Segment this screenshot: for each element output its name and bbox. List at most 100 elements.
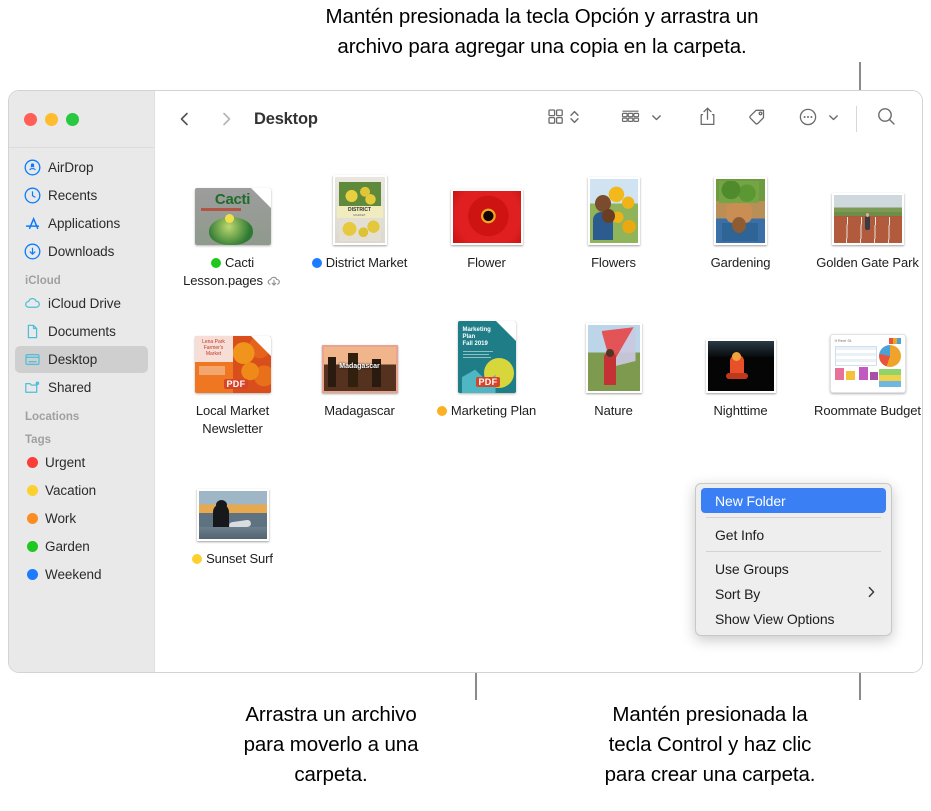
more-actions-button[interactable]	[791, 104, 846, 134]
file-item-golden-gate-park[interactable]: Golden Gate Park	[804, 159, 922, 307]
file-item-madagascar[interactable]: Madagascar Madagascar	[296, 307, 423, 455]
sidebar-section-icloud: iCloud	[25, 275, 61, 287]
file-item-flower[interactable]: Flower	[423, 159, 550, 307]
file-item-marketing-plan[interactable]: Marketing Plan Fall 2019 PDF Marketing P…	[423, 307, 550, 455]
sidebar-tag-urgent[interactable]: Urgent	[15, 449, 148, 476]
file-name: Madagascar	[324, 403, 395, 418]
tag-color-dot	[192, 554, 203, 564]
thumbnail	[714, 169, 767, 245]
icloud-download-icon[interactable]	[267, 274, 282, 292]
ellipsis-circle-icon	[798, 107, 818, 132]
thumbnail: If Rent St.	[829, 317, 906, 393]
search-button[interactable]	[869, 104, 904, 134]
cloud-icon	[24, 295, 41, 312]
file-item-gardening[interactable]: Gardening	[677, 159, 804, 307]
menu-separator	[706, 517, 881, 518]
menu-item-show-view-options[interactable]: Show View Options	[701, 606, 886, 631]
sidebar-item-label: Documents	[48, 324, 116, 339]
file-name: Golden Gate Park	[816, 255, 919, 270]
page-fold-icon	[250, 336, 271, 356]
forward-button[interactable]	[212, 105, 240, 133]
file-item-nature[interactable]: Nature	[550, 307, 677, 455]
thumbnail: DISTRICT MARKET	[332, 169, 387, 245]
sidebar-tag-weekend[interactable]: Weekend	[15, 561, 148, 588]
file-item-nighttime[interactable]: Nighttime	[677, 307, 804, 455]
file-label: Madagascar	[324, 402, 395, 420]
clock-icon	[24, 187, 41, 204]
sidebar-tag-garden[interactable]: Garden	[15, 533, 148, 560]
thumbnail	[196, 465, 269, 541]
callout-control-click: Mantén presionada la tecla Control y haz…	[604, 703, 816, 786]
share-button[interactable]	[691, 104, 724, 134]
menu-item-use-groups[interactable]: Use Groups	[701, 556, 886, 581]
sidebar-item-label: AirDrop	[48, 160, 94, 175]
sidebar-item-shared[interactable]: Shared	[15, 374, 148, 401]
sidebar-item-airdrop[interactable]: AirDrop	[15, 154, 148, 181]
file-label: Cacti Lesson.pages	[170, 254, 296, 292]
menu-item-new-folder[interactable]: New Folder	[701, 488, 886, 513]
tag-color-dot	[27, 541, 38, 552]
chevron-updown-icon	[569, 108, 580, 131]
tag-color-dot	[27, 569, 38, 580]
view-mode-button[interactable]	[539, 104, 587, 134]
sidebar-item-label: Garden	[45, 539, 90, 554]
file-item-local-market-newsletter[interactable]: Lena Park Farmer's Market PDF Local Marke…	[169, 307, 296, 455]
sidebar-item-downloads[interactable]: Downloads	[15, 238, 148, 265]
share-icon	[698, 106, 717, 132]
tag-color-dot	[27, 513, 38, 524]
file-label: District Market	[311, 254, 407, 272]
menu-item-sort-by[interactable]: Sort By	[701, 581, 886, 606]
tag-color-dot	[27, 485, 38, 496]
sidebar-item-applications[interactable]: Applications	[15, 210, 148, 237]
file-label: Local Market Newsletter	[170, 402, 296, 438]
toolbar-separator	[856, 106, 857, 132]
sidebar-item-documents[interactable]: Documents	[15, 318, 148, 345]
file-item-sunset-surf[interactable]: Sunset Surf	[169, 455, 296, 603]
group-by-button[interactable]	[613, 104, 669, 134]
shared-folder-icon	[24, 379, 41, 396]
file-label: Roommate Budget	[814, 402, 921, 420]
zoom-button[interactable]	[66, 112, 79, 126]
appstore-icon	[24, 215, 41, 232]
sidebar-tag-vacation[interactable]: Vacation	[15, 477, 148, 504]
file-name: Flowers	[591, 255, 636, 270]
tag-color-dot	[27, 457, 38, 468]
file-item-roommate-budget[interactable]: If Rent St. Roommate Budget	[804, 307, 922, 455]
thumbnail	[450, 169, 523, 245]
thumbnail	[705, 317, 776, 393]
context-menu: New Folder Get Info Use Groups Sort By S…	[695, 483, 892, 636]
thumbnail	[831, 169, 904, 245]
airdrop-icon	[24, 159, 41, 176]
sidebar-item-desktop[interactable]: Desktop	[15, 346, 148, 373]
back-button[interactable]	[171, 105, 199, 133]
sidebar-tag-work[interactable]: Work	[15, 505, 148, 532]
minimize-button[interactable]	[45, 112, 58, 126]
sidebar-item-recents[interactable]: Recents	[15, 182, 148, 209]
file-label: Flower	[467, 254, 506, 272]
file-label: Sunset Surf	[192, 550, 273, 568]
file-name: Gardening	[710, 255, 771, 270]
file-item-flowers[interactable]: Flowers	[550, 159, 677, 307]
tag-color-dot	[311, 258, 322, 268]
menu-item-get-info[interactable]: Get Info	[701, 522, 886, 547]
sidebar-item-label: Work	[45, 511, 77, 526]
file-item-cacti-lesson[interactable]: Cacti Cacti Lesson.pages	[169, 159, 296, 307]
file-name: Roommate Budget	[814, 403, 921, 418]
menu-item-label: Show View Options	[715, 610, 835, 627]
sidebar-item-label: Downloads	[48, 244, 115, 259]
sidebar-item-label: Recents	[48, 188, 98, 203]
file-label: Nighttime	[713, 402, 767, 420]
file-label: Nature	[594, 402, 633, 420]
toolbar-actions	[539, 104, 904, 134]
page-fold-icon	[495, 321, 516, 341]
tag-button[interactable]	[740, 104, 775, 134]
close-button[interactable]	[24, 112, 37, 126]
toolbar: Desktop	[155, 91, 922, 147]
group-by-icon	[620, 107, 641, 131]
sidebar-item-icloud-drive[interactable]: iCloud Drive	[15, 290, 148, 317]
file-name: Sunset Surf	[206, 551, 273, 566]
page-title: Desktop	[254, 109, 318, 128]
file-item-district-market[interactable]: DISTRICT MARKET District Market	[296, 159, 423, 307]
sidebar: AirDrop Recents Applications Downloads i…	[9, 91, 154, 672]
file-row: Cacti Cacti Lesson.pages DISTRICT MARKET…	[169, 159, 919, 307]
